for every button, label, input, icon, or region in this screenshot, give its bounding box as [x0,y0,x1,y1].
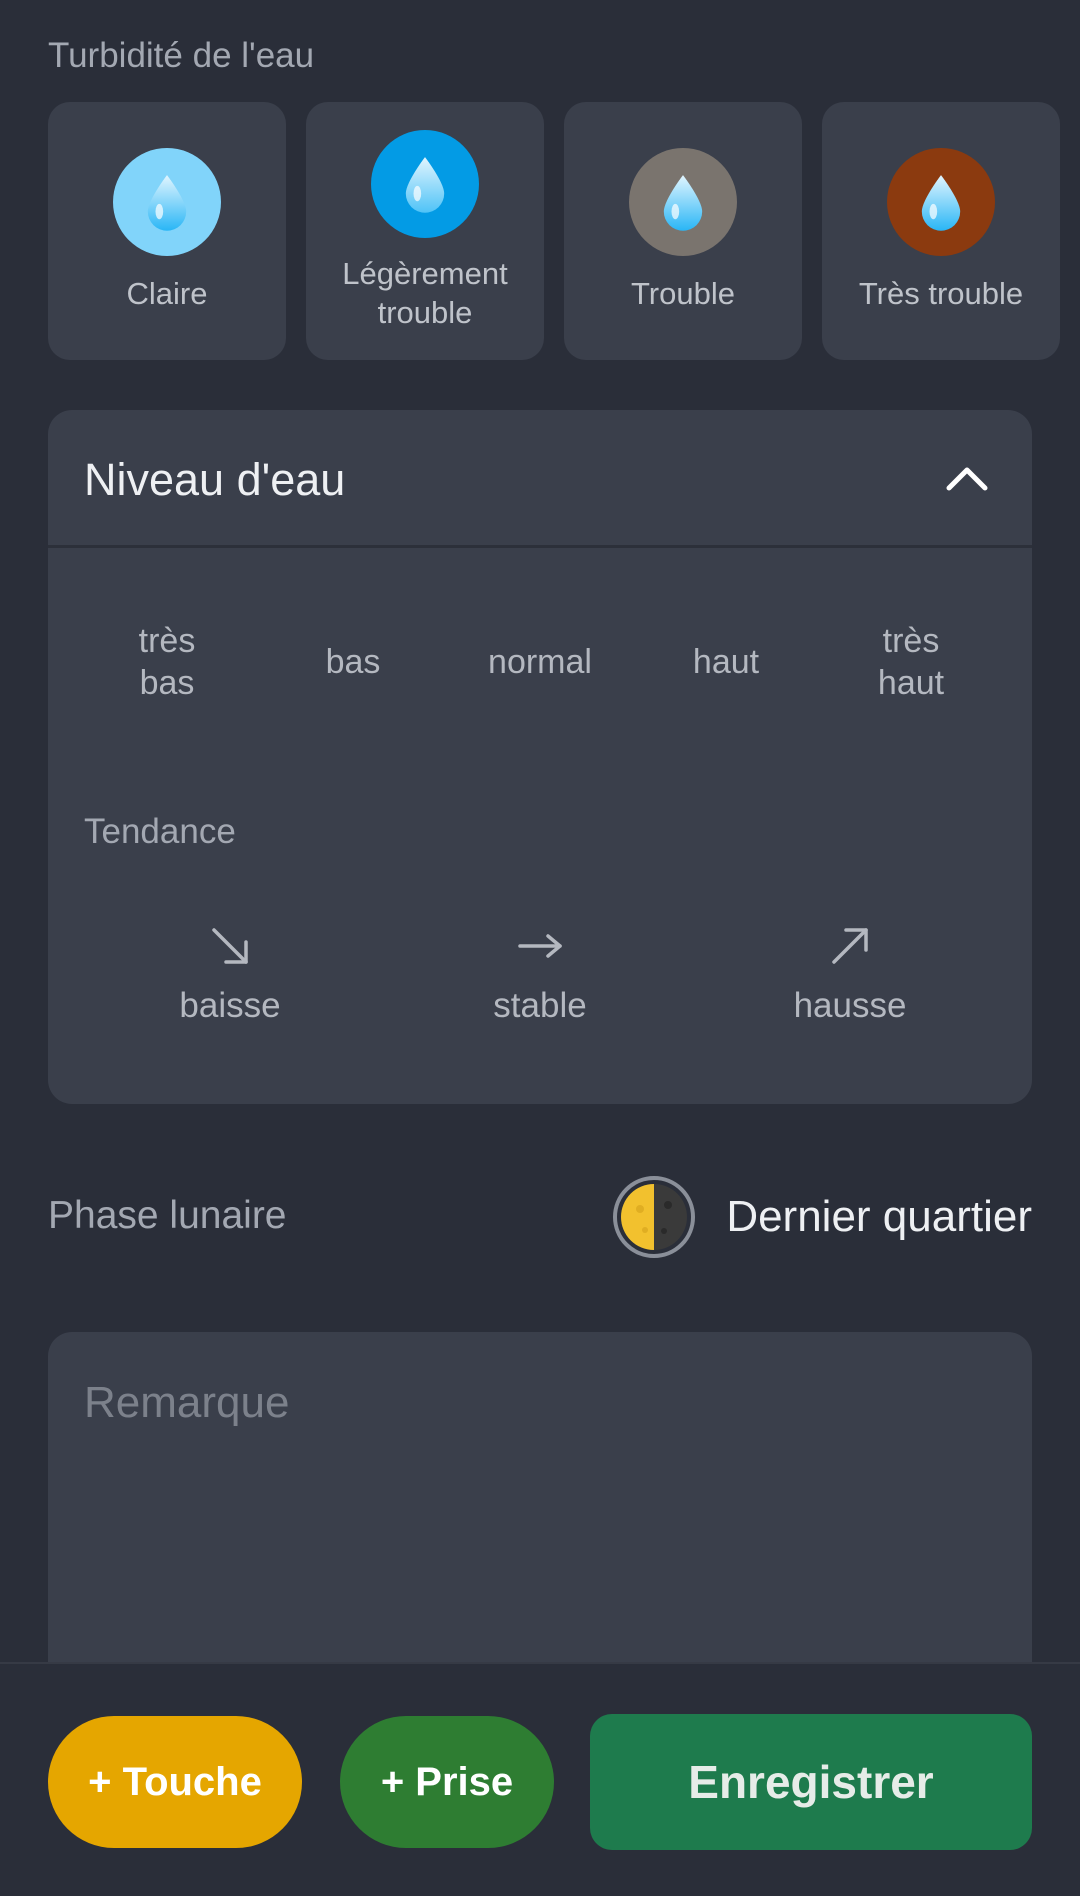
last-quarter-moon-icon [613,1176,695,1258]
moon-phase-value: Dernier quartier [726,1192,1032,1241]
trend-label: Tendance [84,812,236,851]
water-drop-icon [371,130,479,238]
turbidity-option-claire[interactable]: Claire [48,102,286,360]
turbidity-label-line2: trouble [377,295,473,330]
trend-option-baisse[interactable]: baisse [130,924,330,1026]
turbidity-label: Très trouble [858,276,1024,311]
trend-option-hausse[interactable]: hausse [750,924,950,1026]
save-button[interactable]: Enregistrer [590,1714,1032,1850]
turbidity-label: Trouble [631,276,735,311]
turbidity-option-legerement-trouble[interactable]: Légèrement trouble [306,102,544,360]
level-label-line2: haut [877,664,945,702]
add-touche-button[interactable]: + Touche [48,1716,302,1848]
turbidity-label: Légèrement trouble [342,254,507,332]
water-drop-icon [113,148,221,256]
water-level-panel: Niveau d'eau très bas bas normal haut tr… [48,410,1032,1104]
level-label-line1: très [138,622,196,660]
level-label-line2: bas [139,664,195,702]
turbidity-options: Claire Légèrement trouble Trouble Très t… [48,102,1062,360]
water-level-option-normal[interactable]: normal [465,641,615,683]
water-level-option-haut[interactable]: haut [651,641,801,683]
arrow-right-icon [518,934,562,958]
trend-label-baisse: baisse [179,986,281,1025]
turbidity-section-label: Turbidité de l'eau [48,36,315,75]
level-label-line1: très [882,622,940,660]
catch-form-screen: Turbidité de l'eau Claire Légèrement tro… [0,0,1080,1896]
water-level-title: Niveau d'eau [84,454,346,505]
water-drop-icon [887,148,995,256]
chevron-up-icon[interactable] [944,460,990,494]
action-bar: + Touche + Prise Enregistrer [0,1662,1080,1896]
trend-label-stable: stable [493,986,587,1025]
trend-label-hausse: hausse [793,986,907,1025]
arrow-down-right-icon [212,928,248,964]
add-prise-button[interactable]: + Prise [340,1716,554,1848]
turbidity-option-tres-trouble[interactable]: Très trouble [822,102,1060,360]
moon-phase-label: Phase lunaire [48,1194,287,1237]
moon-phase-row: Phase lunaire Dernier quartier [48,1170,1032,1260]
water-level-header[interactable]: Niveau d'eau [48,410,1032,548]
water-level-option-bas[interactable]: bas [278,641,428,683]
water-drop-icon [629,148,737,256]
turbidity-label: Claire [126,276,208,311]
turbidity-option-trouble[interactable]: Trouble [564,102,802,360]
water-level-option-tres-haut[interactable]: très haut [836,620,986,704]
water-level-option-tres-bas[interactable]: très bas [92,620,242,704]
trend-option-stable[interactable]: stable [440,924,640,1026]
turbidity-label-line1: Légèrement [342,256,508,291]
arrow-up-right-icon [832,928,868,964]
